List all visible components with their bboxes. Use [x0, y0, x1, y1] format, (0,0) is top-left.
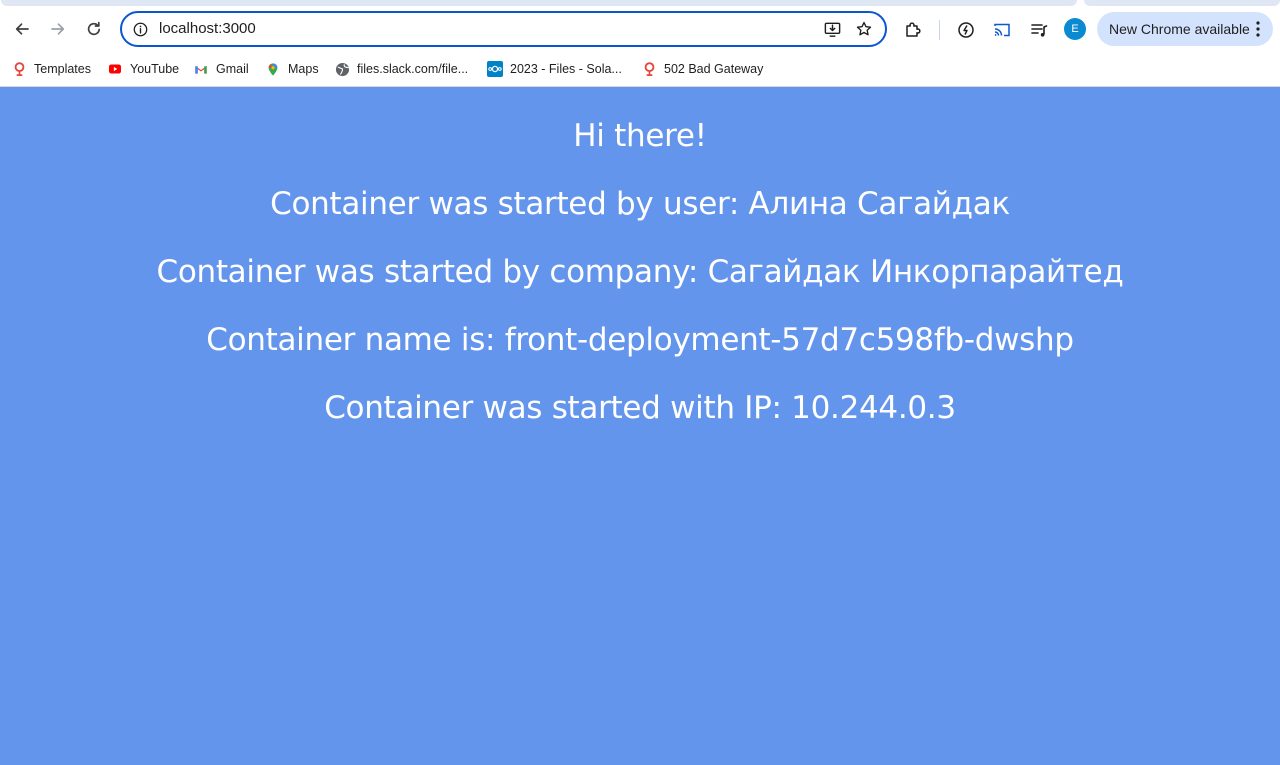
bookmark-maps[interactable]: Maps — [265, 58, 319, 80]
forward-button[interactable] — [42, 13, 74, 45]
bookmark-502-bad-gateway[interactable]: 502 Bad Gateway — [641, 58, 763, 80]
media-controls-icon[interactable] — [1028, 19, 1050, 41]
site-info-icon[interactable] — [130, 19, 150, 39]
bookmark-label: 2023 - Files - Sola... — [510, 62, 622, 76]
greeting-text: Hi there! — [573, 118, 707, 154]
nextcloud-icon — [487, 61, 503, 77]
started-by-user-text: Container was started by user: Алина Саг… — [270, 186, 1010, 222]
bookmark-label: Maps — [288, 62, 319, 76]
bookmark-star-icon[interactable] — [854, 19, 874, 39]
update-label: New Chrome available — [1109, 21, 1250, 37]
pin-icon — [641, 61, 657, 77]
performance-icon[interactable] — [955, 19, 977, 41]
container-ip-text: Container was started with IP: 10.244.0.… — [324, 390, 956, 426]
bookmark-youtube[interactable]: YouTube — [107, 58, 179, 80]
arrow-right-icon — [51, 23, 65, 35]
bookmark-label: Templates — [34, 62, 91, 76]
back-button[interactable] — [6, 13, 38, 45]
reload-icon — [87, 21, 101, 36]
reload-button[interactable] — [78, 13, 110, 45]
new-chrome-available-button[interactable]: New Chrome available — [1097, 12, 1273, 46]
bookmark-slack-files[interactable]: files.slack.com/file... — [334, 58, 468, 80]
arrow-left-icon — [15, 23, 29, 35]
extensions-icon[interactable] — [902, 19, 924, 41]
browser-chrome: localhost:3000 E New Chrome available Te… — [0, 0, 1280, 87]
bookmarks-bar: Templates YouTube Gmail Maps files.slack… — [0, 56, 1280, 82]
more-vert-icon — [1256, 21, 1260, 37]
maps-icon — [265, 61, 281, 77]
cast-icon[interactable] — [991, 19, 1013, 41]
toolbar-divider — [939, 20, 940, 40]
started-by-company-text: Container was started by company: Сагайд… — [156, 254, 1124, 290]
container-name-text: Container name is: front-deployment-57d7… — [206, 322, 1074, 358]
address-bar[interactable]: localhost:3000 — [120, 11, 887, 47]
url-text[interactable]: localhost:3000 — [159, 20, 256, 37]
bookmark-gmail[interactable]: Gmail — [193, 58, 249, 80]
bookmark-label: Gmail — [216, 62, 249, 76]
gmail-icon — [193, 61, 209, 77]
bookmark-templates[interactable]: Templates — [11, 58, 91, 80]
globe-icon — [334, 61, 350, 77]
bookmark-label: 502 Bad Gateway — [664, 62, 764, 76]
pin-icon — [11, 61, 27, 77]
bookmark-nextcloud-files[interactable]: 2023 - Files - Sola... — [487, 58, 622, 80]
page-content: Hi there! Container was started by user:… — [0, 87, 1280, 765]
youtube-icon — [107, 61, 123, 77]
bookmark-label: YouTube — [130, 62, 180, 76]
bookmark-label: files.slack.com/file... — [357, 62, 469, 76]
toolbar: localhost:3000 E New Chrome available — [0, 6, 1280, 52]
install-app-icon[interactable] — [822, 19, 842, 39]
profile-avatar[interactable]: E — [1064, 18, 1086, 40]
